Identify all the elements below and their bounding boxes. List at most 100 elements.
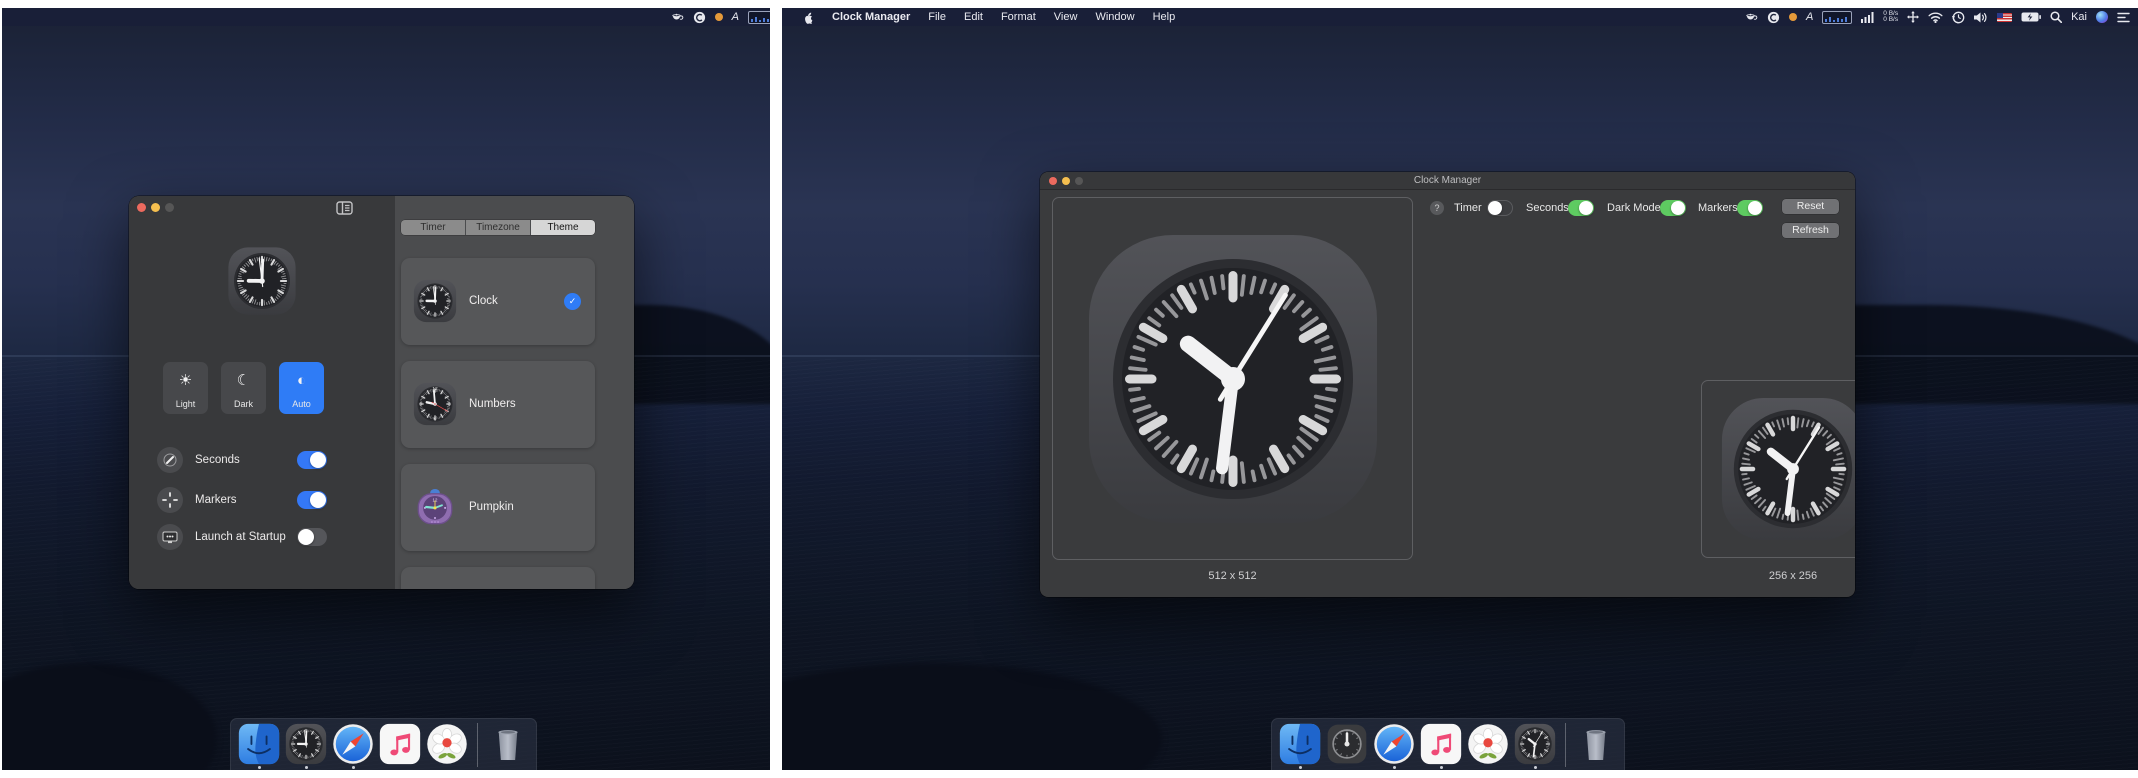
dock-music-icon[interactable] — [1420, 723, 1462, 769]
menu-format[interactable]: Format — [992, 8, 1045, 26]
apple-menu-icon[interactable] — [794, 11, 823, 24]
menu-help[interactable]: Help — [1144, 8, 1185, 26]
menu-window[interactable]: Window — [1086, 8, 1143, 26]
teapot-icon[interactable] — [1745, 12, 1758, 23]
dock-clock-app-icon[interactable] — [285, 723, 327, 769]
dock-trash-icon[interactable] — [1575, 723, 1617, 769]
siri-icon[interactable] — [2096, 11, 2108, 23]
composite-canvas: A ☀ Light ☾ Dark ◐ Auto Seconds Markers … — [0, 0, 2138, 778]
theme-button-dark[interactable]: ☾ Dark — [221, 362, 266, 414]
creative-cloud-icon[interactable] — [693, 11, 706, 24]
theme-card-pumpkin[interactable]: 12 Pumpkin — [401, 464, 595, 551]
zoom-button-disabled — [165, 203, 174, 212]
user-name[interactable]: Kai — [2071, 11, 2087, 23]
move-icon[interactable] — [1907, 11, 1920, 23]
dock-timer-icon[interactable] — [1326, 723, 1368, 769]
startup-screen-icon — [157, 524, 183, 550]
minimize-button[interactable] — [151, 203, 160, 212]
theme-card-partial[interactable] — [401, 567, 595, 589]
close-button[interactable] — [137, 203, 146, 212]
markers-icon — [157, 487, 183, 513]
dock-clock-app-icon[interactable] — [1514, 723, 1556, 769]
option-label: Launch at Startup — [195, 531, 286, 543]
app-menu-title[interactable]: Clock Manager — [823, 8, 919, 26]
us-flag-icon[interactable] — [1997, 12, 2013, 22]
search-icon[interactable] — [2050, 11, 2063, 23]
clock-theme-icon — [413, 279, 457, 323]
menu-bar: A — [2, 8, 770, 26]
status-icons: A — [671, 10, 770, 24]
markers-toggle[interactable] — [297, 491, 327, 509]
dock-photos-icon[interactable] — [426, 723, 468, 769]
preview-box-256 — [1701, 380, 1855, 558]
clock-preferences-window: ☀ Light ☾ Dark ◐ Auto Seconds Markers La… — [129, 196, 634, 589]
menu-edit[interactable]: Edit — [955, 8, 992, 26]
refresh-button[interactable]: Refresh — [1782, 223, 1839, 238]
dock-finder-icon[interactable] — [238, 723, 280, 769]
dock-finder-icon[interactable] — [1279, 723, 1321, 769]
selected-check-icon: ✓ — [564, 293, 581, 310]
battery-icon[interactable] — [2021, 12, 2041, 22]
sun-icon: ☀ — [178, 372, 193, 389]
activity-graph-icon[interactable] — [1822, 10, 1853, 24]
notification-list-icon[interactable] — [2117, 12, 2130, 23]
reset-button[interactable]: Reset — [1782, 199, 1839, 214]
option-row-launch-at-startup: Launch at Startup — [129, 522, 395, 552]
tab-theme[interactable]: Theme — [531, 220, 595, 235]
dark-mode-label: Dark Mode — [1607, 202, 1661, 214]
dark-mode-toggle[interactable] — [1660, 200, 1686, 216]
option-row-markers: Markers — [129, 485, 395, 515]
dock-trash-icon[interactable] — [487, 723, 529, 769]
tab-timezone[interactable]: Timezone — [466, 220, 531, 235]
theme-card-numbers[interactable]: 12 3 6 9 Numbers — [401, 361, 595, 448]
dock-photos-icon[interactable] — [1467, 723, 1509, 769]
right-screenshot: Clock Manager File Edit Format View Wind… — [782, 8, 2138, 770]
signal-bars-icon[interactable] — [1861, 11, 1874, 23]
clock-256 — [1719, 395, 1855, 543]
svg-text:3: 3 — [448, 401, 451, 407]
prefs-left-pane: ☀ Light ☾ Dark ◐ Auto Seconds Markers La… — [129, 196, 395, 589]
moon-icon: ☾ — [236, 372, 251, 389]
menu-view[interactable]: View — [1045, 8, 1087, 26]
network-speed[interactable]: 0 B/s 0 B/s — [1883, 10, 1898, 24]
letter-a-icon[interactable]: A — [1806, 11, 1813, 23]
option-label: Seconds — [195, 454, 240, 466]
dock-divider — [1565, 723, 1566, 767]
markers-toggle[interactable] — [1737, 200, 1763, 216]
clock-manager-window: Clock Manager 512 x 512 256 x 256 128 x … — [1040, 172, 1855, 597]
seconds-toggle[interactable] — [297, 451, 327, 469]
dock-safari-icon[interactable] — [1373, 723, 1415, 769]
time-machine-icon[interactable] — [1952, 11, 1965, 24]
teapot-icon[interactable] — [671, 12, 684, 23]
orange-dot-icon[interactable] — [714, 13, 723, 21]
help-button[interactable]: ? — [1430, 201, 1444, 215]
orange-dot-icon[interactable] — [1788, 13, 1797, 21]
dock-music-icon[interactable] — [379, 723, 421, 769]
volume-icon[interactable] — [1974, 12, 1988, 23]
theme-button-label: Light — [175, 399, 196, 409]
activity-graph-icon[interactable] — [748, 10, 770, 24]
dock-safari-icon[interactable] — [332, 723, 374, 769]
dock — [1271, 718, 1625, 770]
seconds-toggle[interactable] — [1568, 200, 1594, 216]
letter-a-icon[interactable]: A — [732, 11, 739, 23]
tab-timer[interactable]: Timer — [401, 220, 466, 235]
theme-button-auto[interactable]: ◐ Auto — [279, 362, 324, 414]
svg-text:9: 9 — [420, 401, 423, 407]
size-label-256: 256 x 256 — [1768, 570, 1818, 582]
creative-cloud-icon[interactable] — [1767, 11, 1780, 24]
theme-button-light[interactable]: ☀ Light — [163, 362, 208, 414]
theme-card-clock[interactable]: Clock ✓ — [401, 258, 595, 345]
option-label: Markers — [195, 494, 237, 506]
left-screenshot: A ☀ Light ☾ Dark ◐ Auto Seconds Markers … — [2, 8, 770, 770]
menu-file[interactable]: File — [919, 8, 955, 26]
menu-bar: Clock Manager File Edit Format View Wind… — [782, 8, 2138, 26]
clock-preview — [227, 246, 297, 316]
timer-toggle[interactable] — [1487, 200, 1513, 216]
dock-divider — [477, 723, 478, 767]
launch-at-startup-toggle[interactable] — [297, 528, 327, 546]
wifi-icon[interactable] — [1928, 12, 1943, 23]
sidebar-toggle-icon[interactable] — [336, 201, 353, 215]
clock-512 — [1083, 229, 1383, 529]
title-bar: Clock Manager — [1040, 172, 1855, 190]
